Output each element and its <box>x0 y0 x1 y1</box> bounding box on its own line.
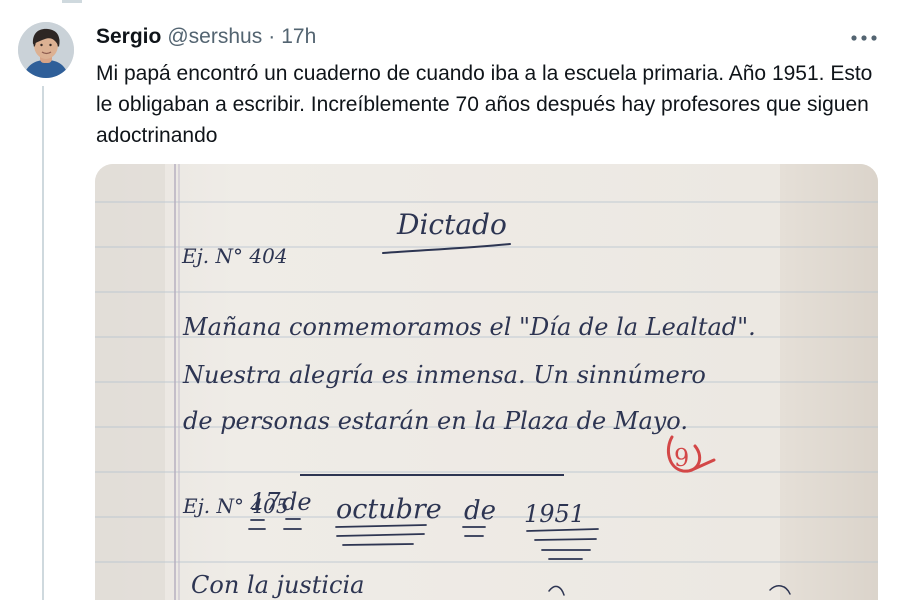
header-separator: · <box>268 25 276 48</box>
dictation-title: Dictado <box>396 208 507 241</box>
tweet-photo[interactable]: Ej. N° 404 Dictado Mañana conmemoramos e… <box>95 164 878 600</box>
dictation-line-1: Mañana conmemoramos el "Día de la Lealta… <box>182 313 756 341</box>
teacher-grade-mark: 9 <box>674 444 689 472</box>
tweet: Sergio @sershus · 17h Mi papá encontró u… <box>0 0 900 600</box>
author-handle[interactable]: @sershus <box>167 25 262 49</box>
tweet-text: Mi papá encontró un cuaderno de cuando i… <box>96 62 873 147</box>
more-options-button[interactable] <box>846 26 882 50</box>
notebook-page-photo: Ej. N° 404 Dictado Mañana conmemoramos e… <box>95 164 878 600</box>
dictation-line-4: Con la justicia <box>191 571 364 599</box>
exercise-label-404: Ej. N° 404 <box>181 244 288 268</box>
dictation-line-3: de personas estarán en la Plaza de Mayo. <box>183 407 688 435</box>
avatar[interactable] <box>18 22 74 78</box>
date-de-first: de <box>282 488 312 516</box>
date-year: 1951 <box>524 500 585 528</box>
date-de-second: de <box>464 496 496 526</box>
author-display-name[interactable]: Sergio <box>96 25 161 49</box>
tweet-timestamp[interactable]: 17h <box>281 25 316 49</box>
tweet-header: Sergio @sershus · 17h <box>96 23 316 51</box>
dictation-line-2: Nuestra alegría es inmensa. Un sinnúmero <box>182 361 706 389</box>
date-day: 17 <box>250 488 281 516</box>
top-divider <box>62 0 82 3</box>
more-horizontal-icon <box>851 35 877 41</box>
date-month: octubre <box>336 494 442 525</box>
thread-line <box>42 86 44 600</box>
